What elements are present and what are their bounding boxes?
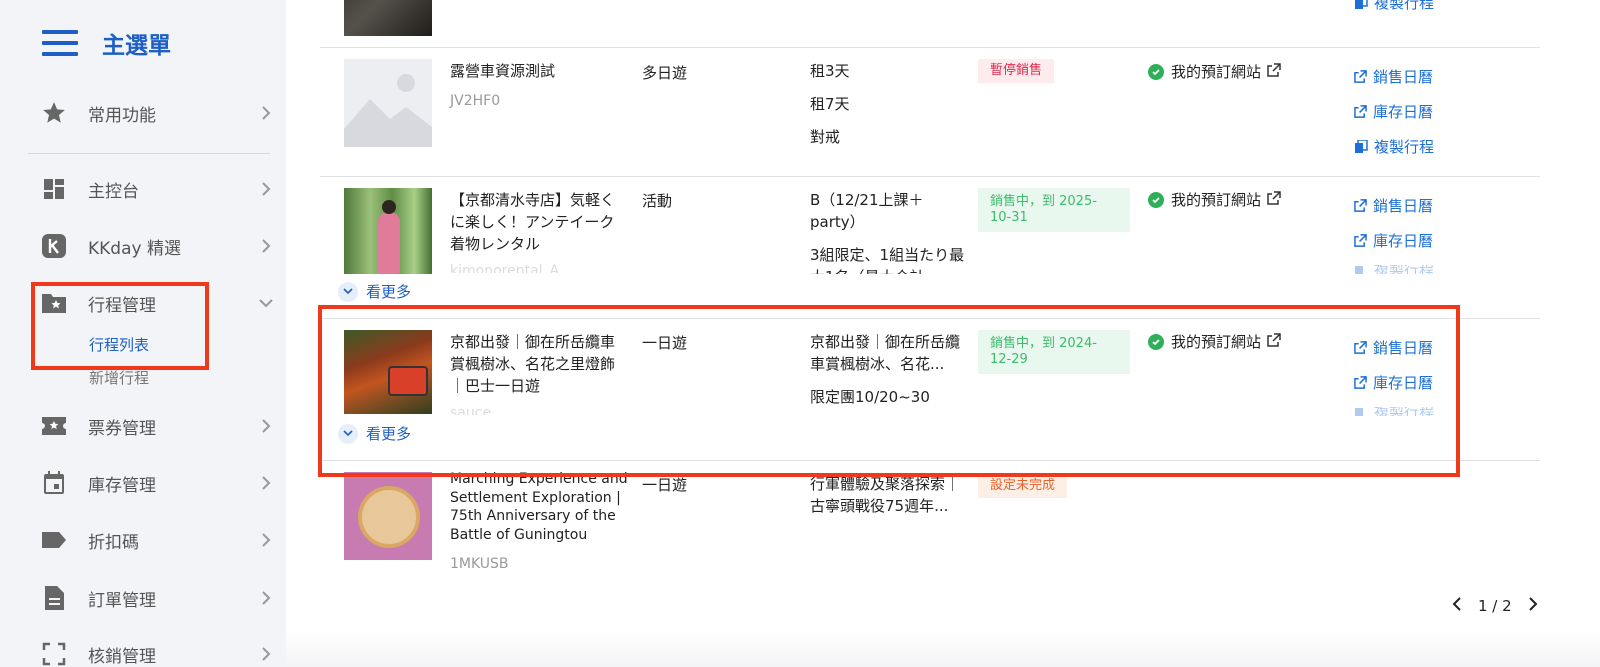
- page-indicator: 1 / 2: [1478, 597, 1512, 615]
- status-badge: 銷售中，到 2025-10-31: [978, 188, 1130, 232]
- chevron-down-icon: [258, 295, 274, 311]
- sidebar-item-label: KKday 精選: [88, 238, 181, 259]
- scan-icon: [40, 640, 68, 667]
- product-type: 一日遊: [642, 476, 688, 494]
- sidebar-item-order-management[interactable]: 訂單管理: [40, 578, 274, 618]
- check-circle-icon: [1148, 191, 1164, 208]
- sidebar-item-label: 常用功能: [88, 105, 156, 126]
- tag-icon: [40, 526, 68, 554]
- external-link-icon: [1267, 62, 1281, 81]
- chevron-left-icon[interactable]: [1452, 597, 1462, 615]
- sales-calendar-button[interactable]: 銷售日曆: [1354, 66, 1433, 87]
- action-label: 銷售日曆: [1373, 197, 1434, 215]
- chevron-down-icon: [338, 281, 358, 302]
- package-name: 對戒: [810, 128, 841, 146]
- product-title[interactable]: Marching Experience and Settlement Explo…: [450, 470, 628, 546]
- action-label: 庫存日曆: [1373, 232, 1434, 250]
- package-name: 行軍體驗及聚落探索｜古寧頭戰役75週年...: [810, 475, 961, 515]
- sidebar-divider: [28, 153, 270, 154]
- product-type: 活動: [642, 192, 673, 210]
- package-name: 租3天: [810, 62, 850, 80]
- chevron-right-icon: [258, 105, 274, 121]
- sidebar-item-label: 票券管理: [88, 418, 156, 439]
- see-more-button[interactable]: 看更多: [338, 281, 411, 302]
- menu-title: 主選單: [102, 33, 171, 59]
- status-badge: 設定未完成: [978, 474, 1068, 498]
- status-badge: 暫停銷售: [978, 59, 1055, 83]
- chevron-right-icon: [258, 590, 274, 606]
- see-more-label: 看更多: [366, 283, 412, 301]
- sidebar-item-favorites[interactable]: 常用功能: [40, 93, 274, 133]
- chevron-right-icon: [258, 418, 274, 434]
- product-title[interactable]: 露營車資源測試: [450, 60, 628, 82]
- product-thumbnail-placeholder: [344, 59, 432, 147]
- document-icon: [40, 584, 68, 612]
- action-label: 複製行程: [1374, 138, 1435, 156]
- product-title[interactable]: 【京都清水寺店】気軽くに楽しく！アンテイーク着物レンタル: [450, 189, 628, 255]
- booking-site-label: 我的預訂網站: [1171, 63, 1262, 81]
- sidebar-subitem-add-product[interactable]: 新增行程: [89, 367, 149, 388]
- star-icon: [40, 99, 68, 127]
- inventory-calendar-button[interactable]: 庫存日曆: [1354, 230, 1433, 251]
- booking-site-link[interactable]: 我的預訂網站: [1148, 189, 1281, 210]
- pagination: 1 / 2: [1452, 597, 1538, 615]
- highlight-box-sidebar: [31, 282, 209, 370]
- external-link-icon: [1267, 190, 1281, 209]
- sidebar-item-discount-code[interactable]: 折扣碼: [40, 520, 274, 560]
- sidebar-item-kkday-picks[interactable]: KKday 精選: [40, 226, 274, 266]
- copy-itinerary-button[interactable]: 複製行程: [1354, 136, 1434, 157]
- chevron-right-icon: [258, 181, 274, 197]
- package-name: B（12/21上課＋party）: [810, 191, 924, 231]
- sidebar-item-ticket-management[interactable]: 票券管理: [40, 406, 274, 446]
- menu-header: 主選單: [42, 26, 171, 60]
- inventory-calendar-button[interactable]: 庫存日曆: [1354, 101, 1433, 122]
- chevron-right-icon: [258, 646, 274, 662]
- chevron-right-icon: [258, 532, 274, 548]
- package-name: 3組限定、1組当たり最大1名（最大合計: [810, 246, 965, 274]
- product-code: JV2HF0: [450, 93, 501, 109]
- copy-itinerary-button[interactable]: 複製行程: [1354, 265, 1434, 274]
- booking-site-label: 我的預訂網站: [1171, 191, 1262, 209]
- sidebar-item-label: 折扣碼: [88, 532, 139, 553]
- sidebar-item-label: 核銷管理: [88, 646, 156, 667]
- row-divider: [320, 176, 1540, 177]
- row-divider: [320, 47, 1540, 48]
- image-placeholder-icon: [344, 74, 432, 147]
- product-thumbnail: [344, 188, 432, 274]
- calendar-icon: [40, 469, 68, 497]
- chevron-right-icon[interactable]: [1528, 597, 1538, 615]
- product-thumbnail: [344, 0, 432, 36]
- sidebar-item-label: 庫存管理: [88, 475, 156, 496]
- dashboard-icon: [40, 175, 68, 203]
- kkday-logo-icon: [40, 232, 68, 260]
- action-label: 複製行程: [1374, 0, 1435, 12]
- action-label: 複製行程: [1374, 265, 1435, 274]
- sidebar-item-label: 訂單管理: [88, 590, 156, 611]
- sidebar-item-label: 主控台: [88, 181, 139, 202]
- booking-site-link[interactable]: 我的預訂網站: [1148, 61, 1281, 82]
- product-code: 1MKUSB: [450, 556, 509, 572]
- product-type: 多日遊: [642, 64, 688, 82]
- sidebar-item-inventory-management[interactable]: 庫存管理: [40, 463, 274, 503]
- chevron-right-icon: [258, 238, 274, 254]
- action-label: 庫存日曆: [1373, 103, 1434, 121]
- sales-calendar-button[interactable]: 銷售日曆: [1354, 195, 1433, 216]
- package-name: 租7天: [810, 95, 850, 113]
- bottom-shadow: [286, 630, 1600, 667]
- product-code: kimonorental_A: [450, 263, 560, 273]
- sidebar-item-dashboard[interactable]: 主控台: [40, 169, 274, 209]
- product-thumbnail: [344, 472, 432, 560]
- ticket-icon: [40, 412, 68, 440]
- copy-itinerary-button[interactable]: 複製行程: [1354, 0, 1434, 13]
- check-circle-icon: [1148, 63, 1164, 80]
- chevron-right-icon: [258, 475, 274, 491]
- highlight-box-row: [318, 305, 1460, 477]
- sidebar-item-redemption-management[interactable]: 核銷管理: [40, 634, 274, 667]
- action-label: 銷售日曆: [1373, 68, 1434, 86]
- hamburger-menu-icon[interactable]: [42, 30, 78, 56]
